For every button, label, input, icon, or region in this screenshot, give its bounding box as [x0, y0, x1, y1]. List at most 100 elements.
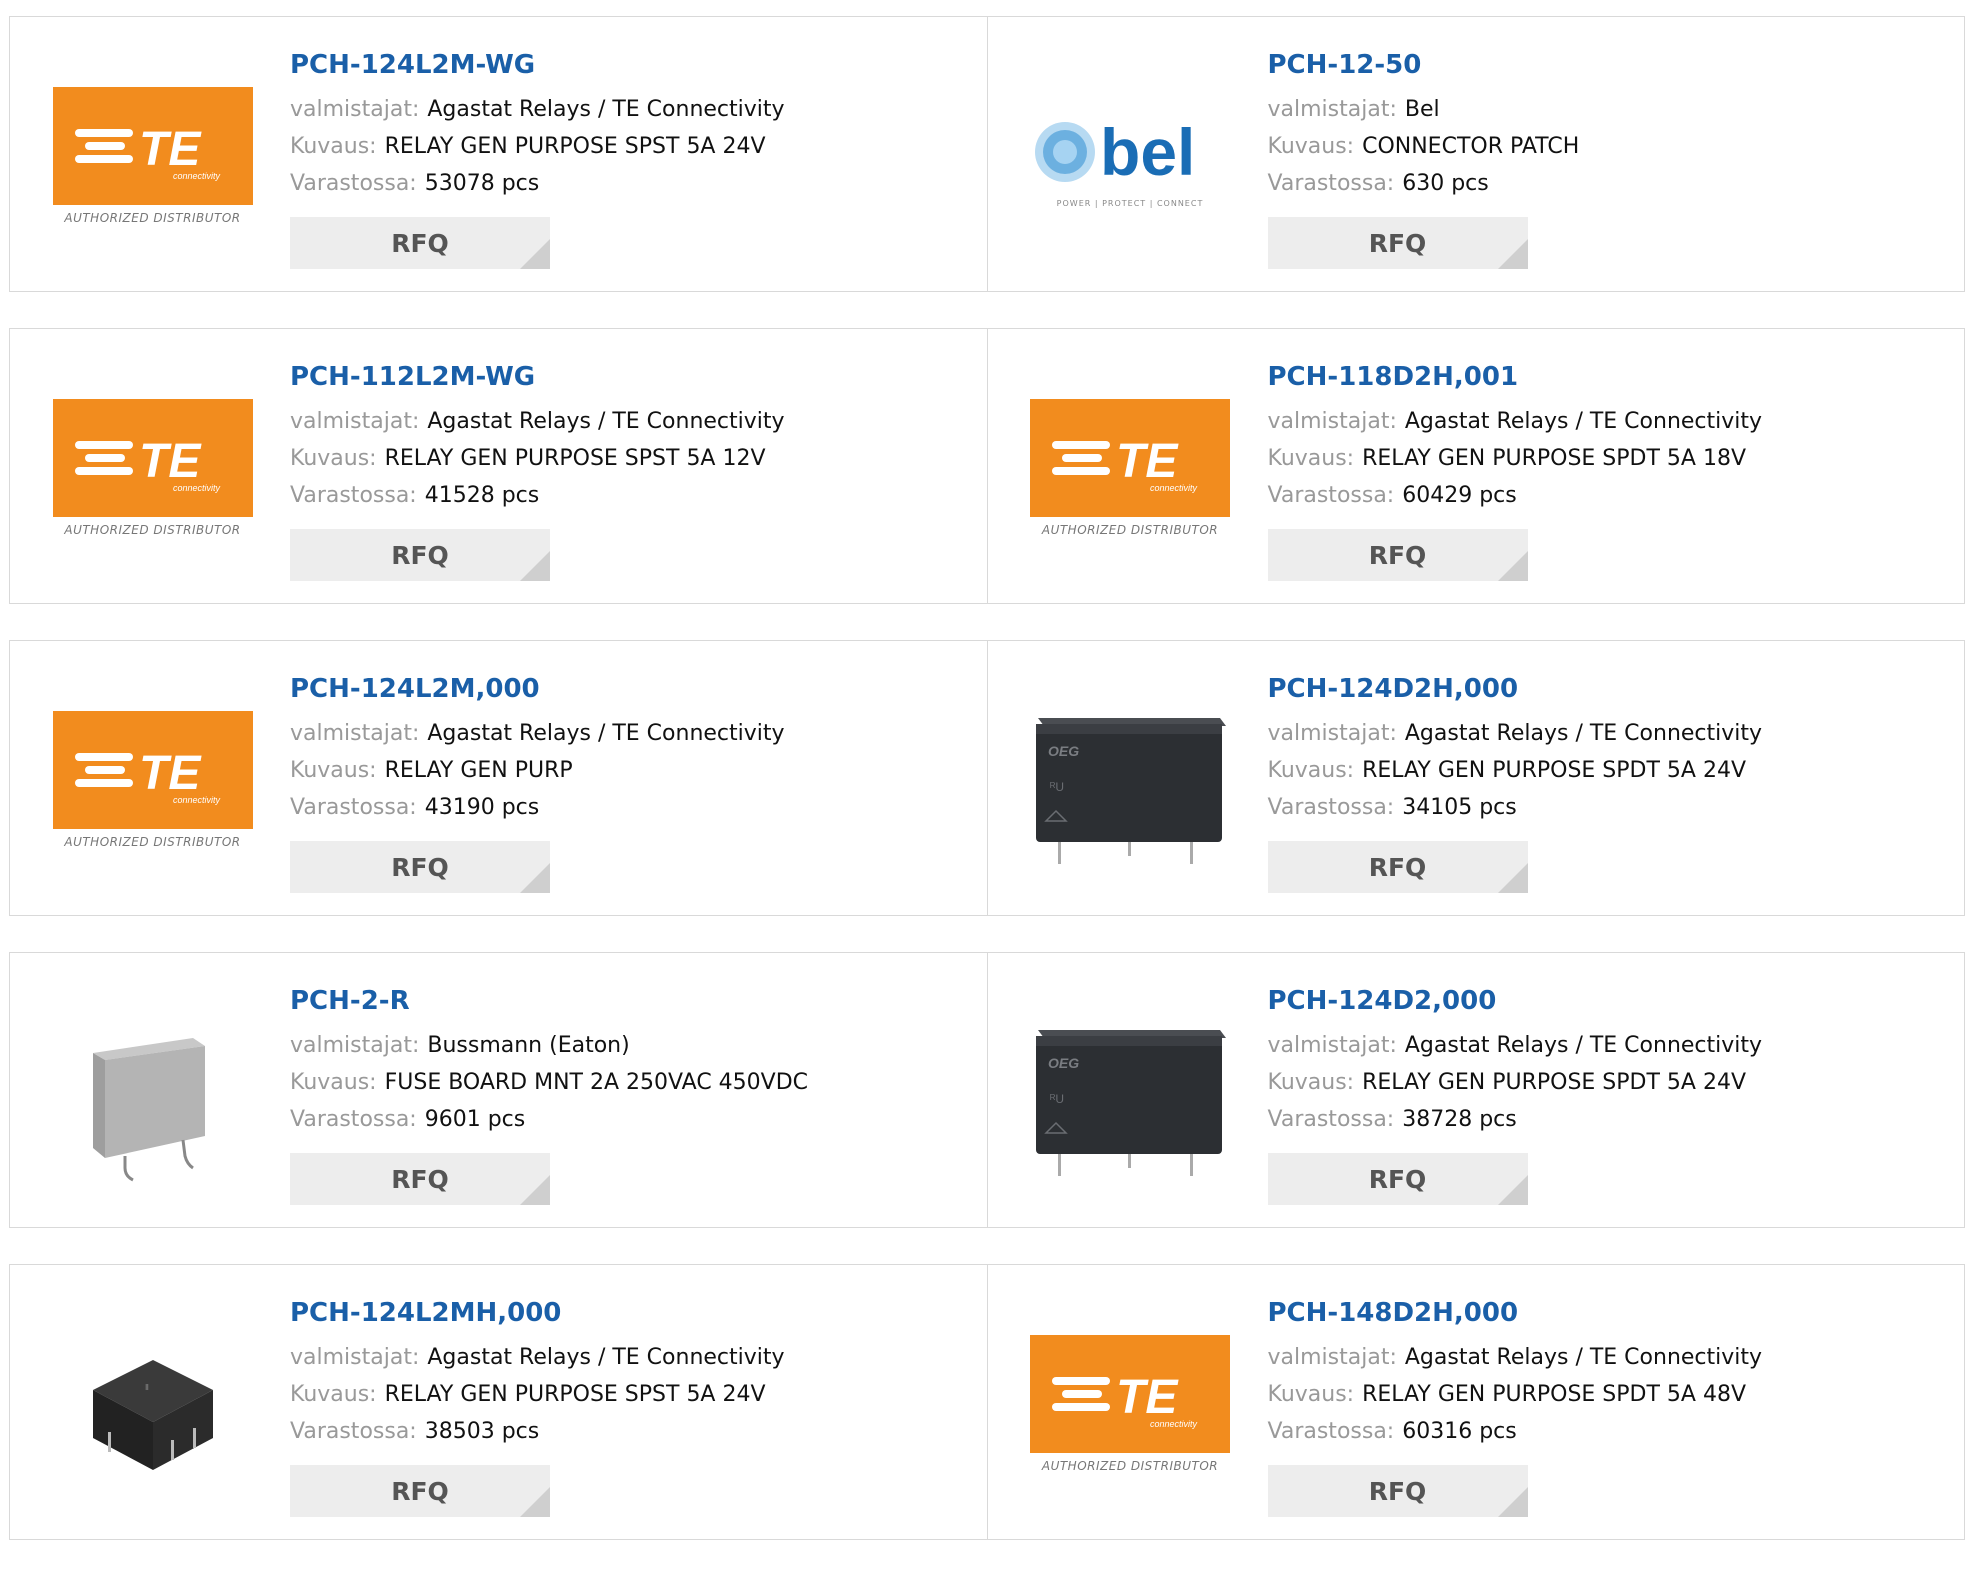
description-line: Kuvaus:RELAY GEN PURPOSE SPDT 5A 18V [1268, 440, 1945, 477]
manufacturer-label: valmistajat: [1268, 1033, 1397, 1058]
part-number-link[interactable]: PCH-148D2H,000 [1268, 1295, 1945, 1331]
rfq-button[interactable]: RFQ [1268, 1153, 1528, 1205]
stock-value: 43190 pcs [425, 795, 540, 820]
product-image[interactable]: OEG ᴿU [1028, 701, 1233, 871]
product-image[interactable]: TE connectivity AUTHORIZED DISTRIBUTOR [50, 701, 255, 871]
stock-label: Varastossa: [290, 1419, 417, 1444]
relay-photo: OEG ᴿU [1030, 696, 1230, 876]
svg-text:TE: TE [1116, 435, 1179, 488]
description-line: Kuvaus: RELAY GEN PURPOSE SPDT 5A 48V [1268, 1376, 1945, 1413]
part-number-link[interactable]: PCH-118D2H,001 [1268, 359, 1945, 395]
description-line: Kuvaus:RELAY GEN PURPOSE SPDT 5A 24V [1268, 752, 1945, 789]
product-info: PCH-124L2M-WG valmistajat:Agastat Relays … [290, 47, 967, 202]
product-image[interactable]: TE connectivity AUTHORIZED DISTRIBUTOR [50, 389, 255, 559]
manufacturer-label: valmistajat: [1268, 721, 1397, 746]
rfq-button[interactable]: RFQ [1268, 529, 1528, 581]
rfq-button[interactable]: RFQ [290, 217, 550, 269]
svg-text:connectivity: connectivity [173, 795, 221, 805]
product-image[interactable]: OEG ᴿU [1028, 1013, 1233, 1183]
description-value: RELAY GEN PURP [385, 758, 573, 783]
product-card: TE connectivity AUTHORIZED DISTRIBUTOR P… [9, 328, 988, 604]
product-card: Ⅱ PCH-124L2MH,000valmistajat:Agastat Rel… [9, 1264, 988, 1540]
rfq-button[interactable]: RFQ [290, 1153, 550, 1205]
manufacturer-line: valmistajat:Agastat Relays / TE Connecti… [290, 403, 967, 440]
stock-label: Varastossa: [290, 795, 417, 820]
rfq-button[interactable]: RFQ [290, 1465, 550, 1517]
manufacturer-line: valmistajat:Bel [1268, 91, 1945, 128]
manufacturer-line: valmistajat: Agastat Relays / TE Connecti… [1268, 715, 1945, 752]
product-image[interactable] [50, 1013, 255, 1183]
manufacturer-label: valmistajat: [290, 1033, 419, 1058]
svg-text:Ⅱ: Ⅱ [145, 1383, 149, 1392]
stock-label: Varastossa: [1268, 483, 1395, 508]
stock-line: Varastossa:9601 pcs [290, 1101, 967, 1138]
manufacturer-value: Agastat Relays / TE Connectivity [427, 1345, 784, 1370]
product-card: bel POWER | PROTECT | CONNECT PCH-12-50 v… [987, 16, 1965, 292]
manufacturer-value: Bussmann (Eaton) [427, 1033, 629, 1058]
product-image[interactable]: Ⅱ [50, 1325, 255, 1495]
product-info: PCH-12-50 valmistajat:BelKuvaus:CONNECTOR… [1268, 47, 1945, 202]
te-connectivity-logo: TE connectivity AUTHORIZED DISTRIBUTOR [53, 399, 253, 549]
product-info: PCH-124L2MH,000valmistajat:Agastat Relay… [290, 1295, 967, 1450]
stock-value: 60429 pcs [1402, 483, 1517, 508]
part-number-link[interactable]: PCH-2-R [290, 983, 967, 1019]
stock-value: 41528 pcs [425, 483, 540, 508]
product-info: PCH-118D2H,001valmistajat:Agastat Relays… [1268, 359, 1945, 514]
product-image[interactable]: TE connectivity AUTHORIZED DISTRIBUTOR [1028, 389, 1233, 559]
rfq-button[interactable]: RFQ [1268, 841, 1528, 893]
description-label: Kuvaus: [290, 1070, 377, 1095]
part-number-link[interactable]: PCH-12-50 [1268, 47, 1945, 83]
bel-logo: bel POWER | PROTECT | CONNECT [1030, 107, 1230, 217]
description-value: RELAY GEN PURPOSE SPST 5A 12V [385, 446, 766, 471]
description-label: Kuvaus: [290, 1382, 377, 1407]
te-connectivity-logo: TE connectivity AUTHORIZED DISTRIBUTOR [53, 87, 253, 237]
description-value: RELAY GEN PURPOSE SPDT 5A 48V [1362, 1382, 1746, 1407]
rfq-button[interactable]: RFQ [290, 841, 550, 893]
description-line: Kuvaus:CONNECTOR PATCH [1268, 128, 1945, 165]
manufacturer-value: Agastat Relays / TE Connectivity [427, 409, 784, 434]
description-line: Kuvaus:RELAY GEN PURPOSE SPST 5A 24V [290, 128, 967, 165]
manufacturer-value: Agastat Relays / TE Connectivity [1405, 409, 1762, 434]
description-value: CONNECTOR PATCH [1362, 134, 1579, 159]
manufacturer-label: valmistajat: [290, 97, 419, 122]
fuse-photo [53, 1008, 253, 1188]
part-number-link[interactable]: PCH-124D2,000 [1268, 983, 1945, 1019]
product-image[interactable]: TE connectivity AUTHORIZED DISTRIBUTOR [1028, 1325, 1233, 1495]
svg-text:connectivity: connectivity [173, 483, 221, 493]
part-number-link[interactable]: PCH-112L2M-WG [290, 359, 967, 395]
manufacturer-line: valmistajat:Agastat Relays / TE Connecti… [290, 91, 967, 128]
stock-line: Varastossa:630 pcs [1268, 165, 1945, 202]
product-image[interactable]: bel POWER | PROTECT | CONNECT [1028, 77, 1233, 247]
svg-text:connectivity: connectivity [1150, 483, 1198, 493]
description-label: Kuvaus: [1268, 1382, 1355, 1407]
part-number-link[interactable]: PCH-124L2M,000 [290, 671, 967, 707]
description-label: Kuvaus: [1268, 758, 1355, 783]
stock-label: Varastossa: [290, 171, 417, 196]
manufacturer-value: Agastat Relays / TE Connectivity [1405, 721, 1762, 746]
svg-text:bel: bel [1100, 115, 1195, 189]
relay-photo: OEG ᴿU [1030, 1008, 1230, 1188]
stock-label: Varastossa: [1268, 171, 1395, 196]
part-number-link[interactable]: PCH-124L2M-WG [290, 47, 967, 83]
manufacturer-line: valmistajat:Agastat Relays / TE Connecti… [290, 715, 967, 752]
rfq-button[interactable]: RFQ [1268, 1465, 1528, 1517]
small-relay-photo: Ⅱ [53, 1320, 253, 1500]
part-number-link[interactable]: PCH-124L2MH,000 [290, 1295, 967, 1331]
product-info: PCH-148D2H,000valmistajat:Agastat Relays… [1268, 1295, 1945, 1450]
rfq-button[interactable]: RFQ [1268, 217, 1528, 269]
product-info: PCH-112L2M-WG valmistajat:Agastat Relays … [290, 359, 967, 514]
part-number-link[interactable]: PCH-124D2H,000 [1268, 671, 1945, 707]
rfq-button[interactable]: RFQ [290, 529, 550, 581]
stock-line: Varastossa:41528 pcs [290, 477, 967, 514]
svg-text:connectivity: connectivity [173, 171, 221, 181]
product-card: TE connectivity AUTHORIZED DISTRIBUTOR P… [9, 16, 988, 292]
stock-value: 60316 pcs [1402, 1419, 1517, 1444]
description-line: Kuvaus:RELAY GEN PURPOSE SPST 5A 12V [290, 440, 967, 477]
product-card: OEG ᴿU PCH-124D2,000valmistajat:Agastat … [987, 952, 1965, 1228]
stock-value: 34105 pcs [1402, 795, 1517, 820]
product-image[interactable]: TE connectivity AUTHORIZED DISTRIBUTOR [50, 77, 255, 247]
manufacturer-line: valmistajat: Bussmann (Eaton) [290, 1027, 967, 1064]
product-info: PCH-2-R valmistajat: Bussmann (Eaton) Kuvau… [290, 983, 967, 1138]
description-value: RELAY GEN PURPOSE SPST 5A 24V [385, 1382, 766, 1407]
svg-text:connectivity: connectivity [1150, 1419, 1198, 1429]
